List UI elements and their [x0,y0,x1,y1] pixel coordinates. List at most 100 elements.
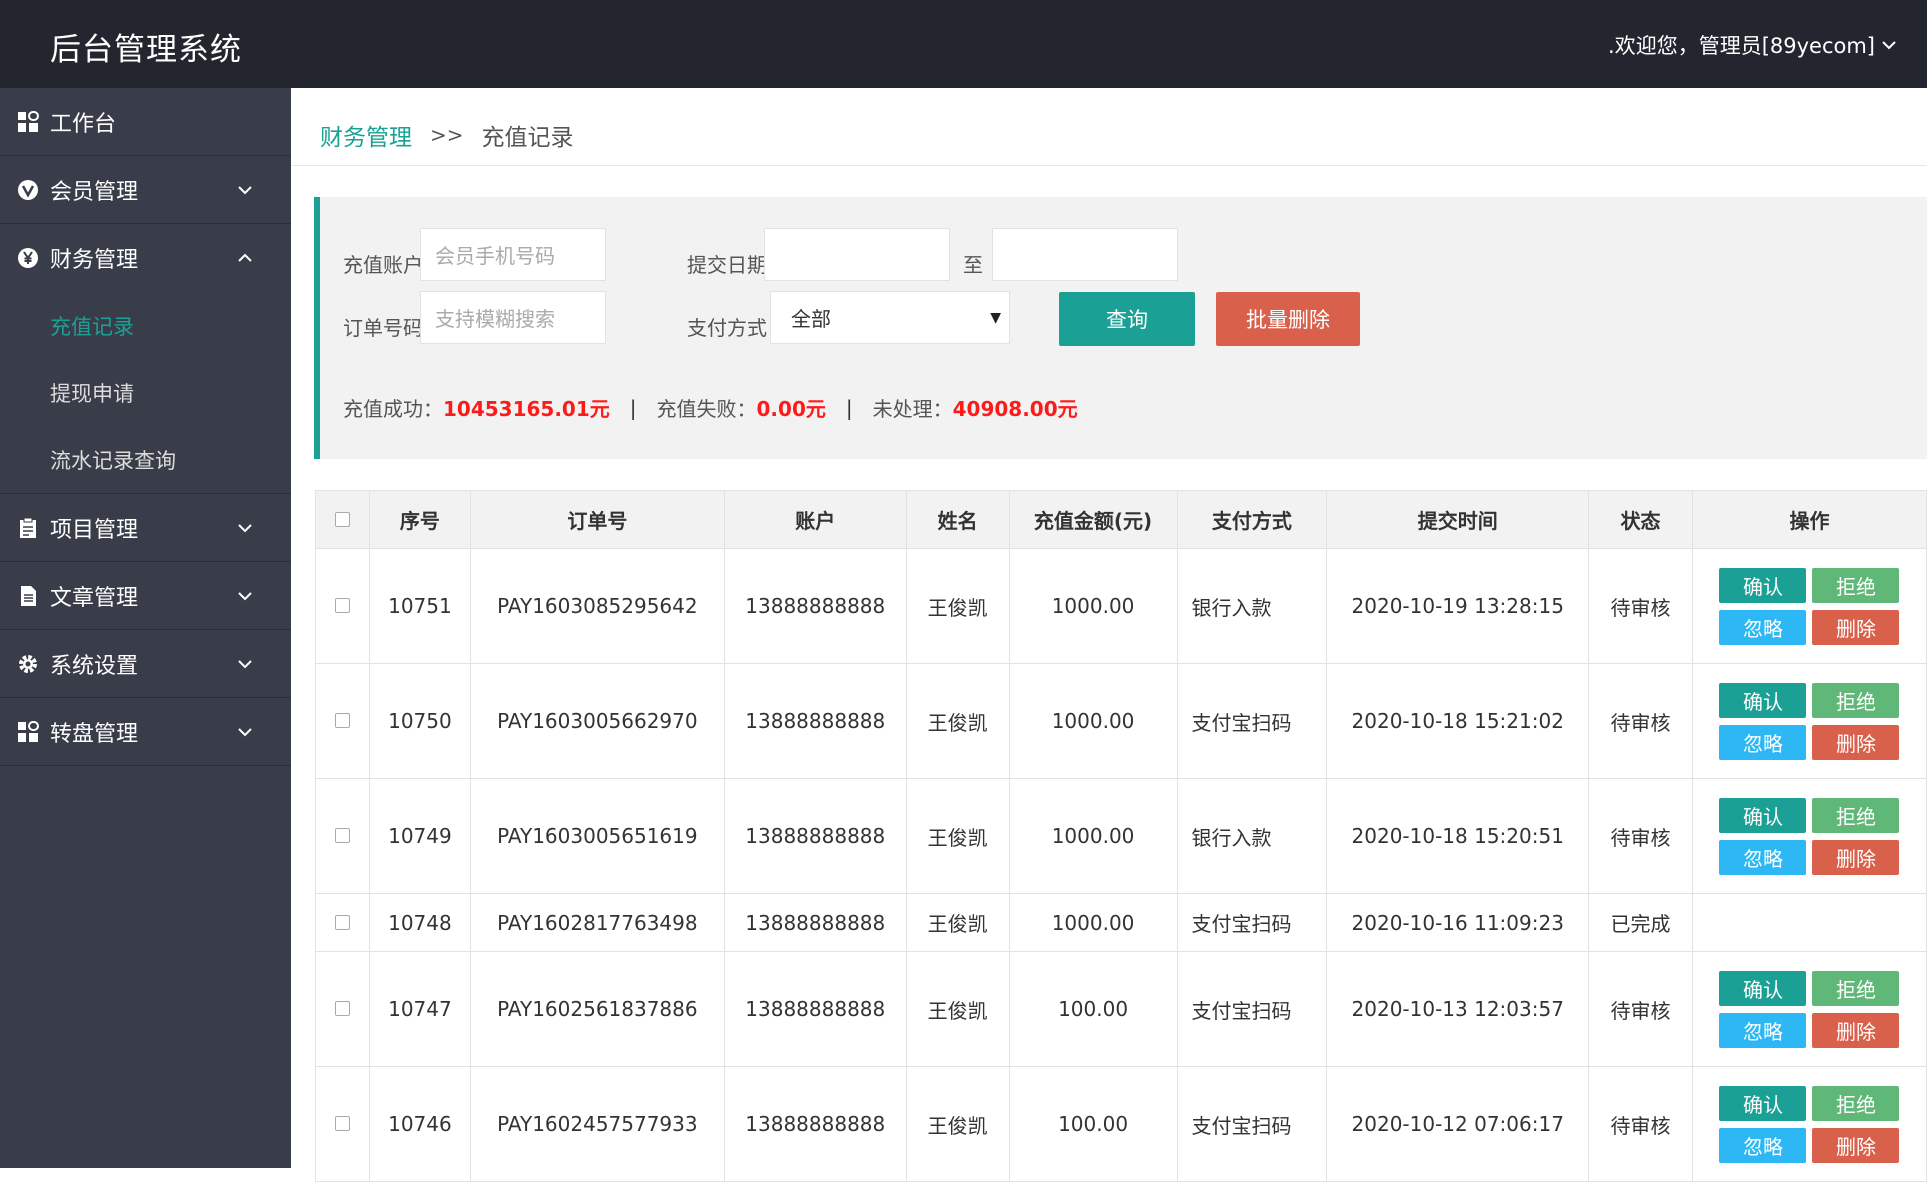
account-input[interactable]: 会员手机号码 [420,228,606,281]
cell-account: 13888888888 [723,893,907,952]
row-checkbox[interactable] [334,828,350,843]
ignore-button[interactable]: 忽略 [1719,1127,1807,1163]
success-label: 充值成功： [343,397,443,421]
sidebar-item-label: 系统设置 [50,653,139,679]
sidebar: 工作台 会员管理 财务管理 充值记录 提现申请 流水记录查询 项目管理 文章管理 [0,88,291,1168]
sidebar-item-label: 会员管理 [50,179,139,205]
delete-button[interactable]: 删除 [1812,724,1900,760]
divider [291,165,1927,166]
document-icon [16,584,40,608]
column-header: 姓名 [905,490,1010,549]
reject-button[interactable]: 拒绝 [1812,567,1900,603]
sidebar-item-articles[interactable]: 文章管理 [0,562,291,630]
cell-status: 待审核 [1588,548,1693,664]
table-header-row: 序号 订单号 账户 姓名 充值金额(元) 支付方式 提交时间 状态 操作 [315,490,1927,549]
column-header: 充值金额(元) [1008,490,1178,549]
select-all-checkbox[interactable] [334,511,350,527]
sidebar-subitem-withdraw[interactable]: 提现申请 [0,359,291,426]
delete-button[interactable]: 删除 [1812,1012,1900,1048]
sidebar-subitem-flow[interactable]: 流水记录查询 [0,426,291,493]
cell-pay-method: 银行入款 [1176,548,1328,664]
cell-pay-method: 支付宝扫码 [1176,893,1328,952]
cell-account: 13888888888 [723,548,907,664]
ignore-button[interactable]: 忽略 [1719,609,1807,645]
breadcrumb-current: 充值记录 [481,125,574,151]
cell-id: 10750 [368,663,471,779]
reject-button[interactable]: 拒绝 [1812,682,1900,718]
cell-time: 2020-10-19 13:28:15 [1326,548,1590,664]
dashboard-icon [16,110,40,134]
cell-id: 10748 [368,893,471,952]
date-to-label: 至 [963,253,983,277]
row-checkbox[interactable] [334,1001,350,1016]
sidebar-item-members[interactable]: 会员管理 [0,156,291,224]
order-input[interactable]: 支持模糊搜索 [420,291,606,344]
sidebar-item-finance[interactable]: 财务管理 [0,224,291,292]
date-start-input[interactable] [764,228,950,281]
cell-account: 13888888888 [723,778,907,894]
row-select-cell [315,778,370,894]
cell-time: 2020-10-16 11:09:23 [1326,893,1590,952]
sidebar-item-workbench[interactable]: 工作台 [0,88,291,156]
sidebar-subitem-recharge[interactable]: 充值记录 [0,292,291,359]
date-end-input[interactable] [992,228,1178,281]
ignore-button[interactable]: 忽略 [1719,1012,1807,1048]
app-title: 后台管理系统 [50,32,242,68]
success-value: 10453165.01元 [443,397,610,421]
user-menu[interactable]: .欢迎您，管理员[89yecom] [1608,30,1897,60]
table-row: 10746 PAY1602457577933 13888888888 王俊凯 100.0… [315,1066,1927,1182]
row-select-cell [315,663,370,779]
reject-button[interactable]: 拒绝 [1812,1085,1900,1121]
cell-order: PAY1602457577933 [469,1066,725,1182]
confirm-button[interactable]: 确认 [1719,567,1807,603]
confirm-button[interactable]: 确认 [1719,682,1807,718]
chevron-down-icon [238,660,252,669]
row-select-cell [315,893,370,952]
row-checkbox[interactable] [334,713,350,728]
recharge-table: 序号 订单号 账户 姓名 充值金额(元) 支付方式 提交时间 状态 操作 107… [315,490,1927,1182]
yen-icon [16,246,40,270]
breadcrumb-root[interactable]: 财务管理 [320,118,412,152]
confirm-button[interactable]: 确认 [1719,1085,1807,1121]
cell-order: PAY1603005662970 [469,663,725,779]
batch-delete-button[interactable]: 批量删除 [1216,292,1360,346]
reject-button[interactable]: 拒绝 [1812,970,1900,1006]
delete-button[interactable]: 删除 [1812,609,1900,645]
sidebar-item-wheel[interactable]: 转盘管理 [0,698,291,766]
cell-actions: 确认 拒绝 忽略 删除 [1691,778,1927,894]
cell-name: 王俊凯 [905,663,1010,779]
ignore-button[interactable]: 忽略 [1719,724,1807,760]
cell-status: 待审核 [1588,1066,1693,1182]
pay-method-select[interactable]: 全部 ▼ [770,291,1010,344]
delete-button[interactable]: 删除 [1812,1127,1900,1163]
sidebar-item-label: 转盘管理 [50,721,139,747]
delete-button[interactable]: 删除 [1812,839,1900,875]
sidebar-item-settings[interactable]: 系统设置 [0,630,291,698]
row-checkbox[interactable] [334,1116,350,1131]
caret-down-icon: ▼ [990,310,1001,326]
cell-name: 王俊凯 [905,778,1010,894]
finance-submenu: 充值记录 提现申请 流水记录查询 [0,292,291,494]
chevron-down-icon [238,592,252,601]
reject-button[interactable]: 拒绝 [1812,797,1900,833]
top-header: 后台管理系统 .欢迎您，管理员[89yecom] [0,0,1927,88]
column-header: 账户 [723,490,907,549]
sidebar-item-projects[interactable]: 项目管理 [0,494,291,562]
chevron-up-icon [238,253,252,262]
cell-status: 待审核 [1588,951,1693,1067]
fail-label: 充值失败： [656,397,757,421]
row-select-cell [315,1066,370,1182]
table-row: 10748 PAY1602817763498 13888888888 王俊凯 1000.… [315,893,1927,952]
row-checkbox[interactable] [334,598,350,613]
cell-pay-method: 支付宝扫码 [1176,951,1328,1067]
separator: | [629,395,637,420]
confirm-button[interactable]: 确认 [1719,970,1807,1006]
account-label: 充值账户 [343,253,423,277]
confirm-button[interactable]: 确认 [1719,797,1807,833]
ignore-button[interactable]: 忽略 [1719,839,1807,875]
query-button[interactable]: 查询 [1059,292,1195,346]
row-checkbox[interactable] [334,914,350,930]
chevron-down-icon [238,728,252,737]
cell-actions: 确认 拒绝 忽略 删除 [1691,1066,1927,1182]
row-select-cell [315,951,370,1067]
